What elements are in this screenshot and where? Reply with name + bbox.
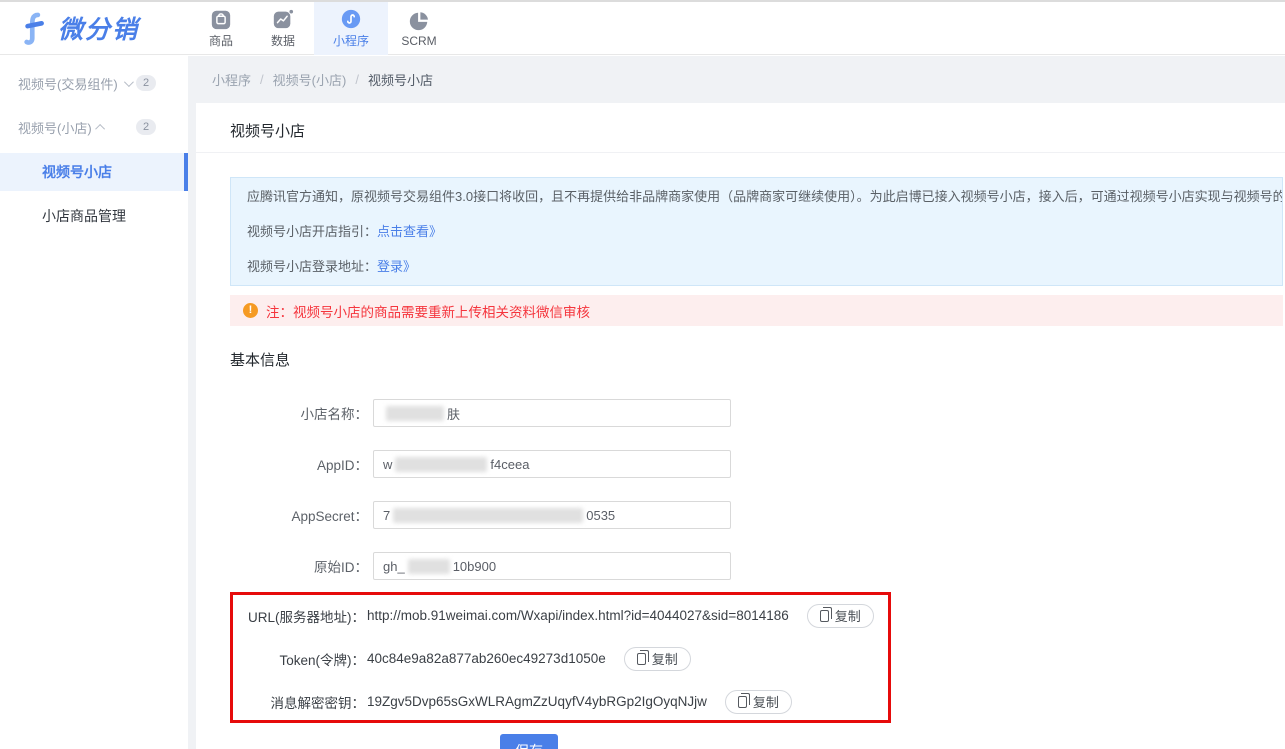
- copy-button-label: 复制: [753, 692, 779, 711]
- warning-text: 注：视频号小店的商品需要重新上传相关资料微信审核: [266, 301, 590, 321]
- field-label: AppSecret：: [196, 505, 368, 525]
- copy-token-button[interactable]: 复制: [624, 647, 691, 671]
- server-row-label: URL(服务器地址)：: [233, 606, 365, 626]
- field-label: 原始ID：: [196, 556, 368, 576]
- sidebar-group-label: 视频号(小店): [18, 118, 92, 137]
- breadcrumb: 小程序 / 视频号(小店) / 视频号小店: [188, 56, 1285, 103]
- nav-tab-scrm[interactable]: SCRM: [388, 2, 450, 55]
- top-nav: 商品 数据 小程序: [190, 2, 450, 55]
- value-suffix: 10b900: [453, 559, 496, 574]
- breadcrumb-separator: /: [355, 72, 359, 87]
- brand-logo[interactable]: 微分销: [22, 10, 139, 46]
- nav-tab-label: SCRM: [401, 34, 436, 48]
- encoding-key-value: 19Zgv5Dvp65sGxWLRAgmZzUqyfV4ybRGp2IgOyqN…: [367, 694, 707, 709]
- notice-line-3: 视频号小店登录地址：登录》: [247, 249, 1266, 284]
- top-header: 微分销 商品 数据: [0, 2, 1285, 55]
- sidebar-item-label: 小店商品管理: [42, 206, 126, 226]
- warning-banner: ! 注：视频号小店的商品需要重新上传相关资料微信审核: [230, 295, 1283, 326]
- value-prefix: 7: [383, 508, 390, 523]
- section-title-basic-info: 基本信息: [230, 349, 290, 370]
- copy-button-label: 复制: [652, 649, 678, 668]
- server-row-label: 消息解密密钥：: [233, 692, 365, 712]
- copy-icon: [637, 653, 646, 665]
- breadcrumb-item[interactable]: 小程序: [212, 70, 251, 89]
- value-suffix: 肤: [447, 404, 460, 423]
- brand-name: 微分销: [58, 10, 139, 46]
- chart-icon: [272, 8, 294, 30]
- server-info-box: URL(服务器地址)： http://mob.91weimai.com/Wxap…: [230, 592, 891, 723]
- appsecret-field[interactable]: 7 0535: [373, 501, 731, 529]
- masked-value: [386, 406, 444, 421]
- bag-icon: [210, 8, 232, 30]
- copy-icon: [820, 610, 829, 622]
- copy-url-button[interactable]: 复制: [807, 604, 874, 628]
- sidebar-group-trade-component[interactable]: 视频号(交易组件) 2: [0, 65, 188, 101]
- sidebar-group-label: 视频号(交易组件): [18, 74, 118, 93]
- content-area: 小程序 / 视频号(小店) / 视频号小店 视频号小店 应腾讯官方通知，原视频号…: [188, 56, 1285, 749]
- main-card: 视频号小店 应腾讯官方通知，原视频号交易组件3.0接口将收回，且不再提供给非品牌…: [196, 103, 1285, 749]
- masked-value: [408, 559, 450, 574]
- sidebar-item-video-shop[interactable]: 视频号小店: [0, 153, 188, 191]
- form-row-original-id: 原始ID： gh_ 10b900: [196, 552, 1285, 580]
- save-button[interactable]: 保存: [500, 734, 558, 749]
- nav-tab-label: 数据: [271, 32, 295, 49]
- shop-name-field[interactable]: 肤: [373, 399, 731, 427]
- breadcrumb-separator: /: [260, 72, 264, 87]
- notice-line-1: 应腾讯官方通知，原视频号交易组件3.0接口将收回，且不再提供给非品牌商家使用（品…: [247, 179, 1266, 214]
- server-row-encoding-key: 消息解密密钥： 19Zgv5Dvp65sGxWLRAgmZzUqyfV4ybRG…: [233, 688, 888, 715]
- sidebar-item-shop-goods[interactable]: 小店商品管理: [0, 197, 188, 235]
- guide-link[interactable]: 点击查看》: [377, 224, 442, 239]
- notice-line-2: 视频号小店开店指引：点击查看》: [247, 214, 1266, 249]
- copy-encoding-key-button[interactable]: 复制: [725, 690, 792, 714]
- nav-tab-label: 商品: [209, 32, 233, 49]
- guide-label: 视频号小店开店指引：: [247, 224, 377, 239]
- form-row-shop-name: 小店名称： 肤: [196, 399, 1285, 427]
- sidebar-group-badge: 2: [136, 119, 156, 135]
- nav-tab-miniprogram[interactable]: 小程序: [314, 2, 388, 55]
- pie-icon: [408, 10, 430, 32]
- token-value: 40c84e9a82a877ab260ec49273d1050e: [367, 651, 606, 666]
- sidebar-group-badge: 2: [136, 75, 156, 91]
- title-divider: [196, 152, 1285, 153]
- server-row-token: Token(令牌)： 40c84e9a82a877ab260ec49273d10…: [233, 645, 888, 672]
- page-title: 视频号小店: [230, 120, 305, 141]
- form-row-appid: AppID： w f4ceea: [196, 450, 1285, 478]
- miniprogram-icon: [340, 8, 362, 30]
- basic-info-form: 小店名称： 肤 AppID： w f4ceea AppSecret： 7 0535: [196, 399, 1285, 603]
- copy-button-label: 复制: [835, 606, 861, 625]
- original-id-field[interactable]: gh_ 10b900: [373, 552, 731, 580]
- brand-logo-icon: [22, 11, 50, 45]
- nav-tab-data[interactable]: 数据: [252, 2, 314, 55]
- server-row-url: URL(服务器地址)： http://mob.91weimai.com/Wxap…: [233, 602, 888, 629]
- masked-value: [395, 457, 487, 472]
- form-row-appsecret: AppSecret： 7 0535: [196, 501, 1285, 529]
- notice-text: 应腾讯官方通知，原视频号交易组件3.0接口将收回，且不再提供给非品牌商家使用（品…: [247, 189, 1283, 204]
- masked-value: [393, 508, 583, 523]
- value-prefix: gh_: [383, 559, 405, 574]
- sidebar-group-shop[interactable]: 视频号(小店) 2: [0, 109, 188, 145]
- nav-tab-products[interactable]: 商品: [190, 2, 252, 55]
- breadcrumb-item[interactable]: 视频号(小店): [273, 70, 347, 89]
- sidebar: 视频号(交易组件) 2 视频号(小店) 2 视频号小店 小店商品管理: [0, 56, 188, 749]
- warning-icon: !: [243, 303, 258, 318]
- login-label: 视频号小店登录地址：: [247, 259, 377, 274]
- value-suffix: 0535: [586, 508, 615, 523]
- value-suffix: f4ceea: [490, 457, 529, 472]
- nav-tab-label: 小程序: [333, 32, 369, 49]
- copy-icon: [738, 696, 747, 708]
- appid-field[interactable]: w f4ceea: [373, 450, 731, 478]
- app-window: 微分销 商品 数据: [0, 0, 1285, 749]
- server-row-label: Token(令牌)：: [233, 649, 365, 669]
- login-link[interactable]: 登录》: [377, 259, 416, 274]
- chevron-down-icon: [124, 77, 134, 87]
- value-prefix: w: [383, 457, 392, 472]
- server-url-value: http://mob.91weimai.com/Wxapi/index.html…: [367, 608, 789, 623]
- field-label: AppID：: [196, 454, 368, 474]
- breadcrumb-item-current: 视频号小店: [368, 70, 433, 89]
- chevron-up-icon: [95, 123, 105, 133]
- sidebar-item-label: 视频号小店: [42, 162, 112, 182]
- field-label: 小店名称：: [196, 403, 368, 423]
- info-notice-box: 应腾讯官方通知，原视频号交易组件3.0接口将收回，且不再提供给非品牌商家使用（品…: [230, 177, 1283, 286]
